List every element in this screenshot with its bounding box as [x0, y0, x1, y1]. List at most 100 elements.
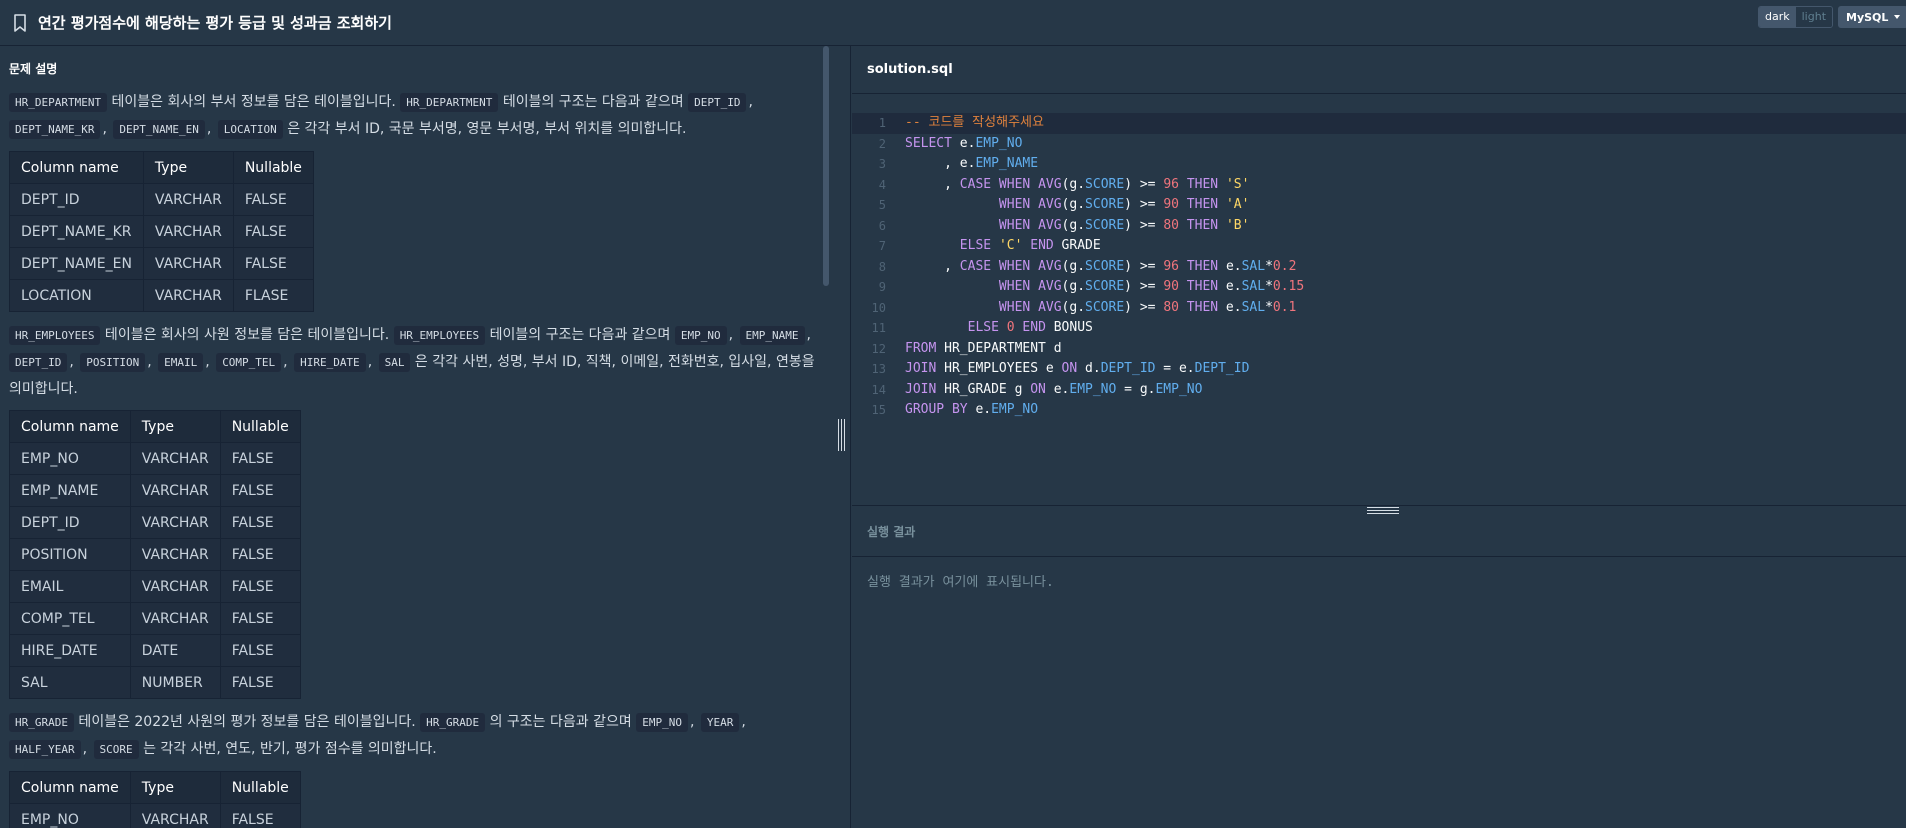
code-token: EMP_NAME [975, 156, 1039, 171]
code-token: (g. [1061, 217, 1086, 233]
code-token: (g. [1061, 176, 1086, 192]
theme-toggle[interactable]: dark light [1758, 6, 1834, 28]
code-token: THEN [1186, 299, 1219, 315]
column-header: Type [142, 151, 234, 184]
code-token: WHEN [998, 299, 1031, 315]
code-token: -- 코드를 작성해주세요 [905, 115, 1044, 130]
editor-tab[interactable]: solution.sql [852, 46, 1906, 94]
code-token: HR_EMPLOYEES e [936, 361, 1062, 376]
panel-resize-handle[interactable] [838, 419, 846, 451]
code-line: 13 JOIN HR_EMPLOYEES e ON d.DEPT_ID = e.D… [852, 359, 1906, 380]
code-token: 80 [1163, 217, 1179, 233]
code-token: AVG [1038, 279, 1062, 294]
result-placeholder: 실행 결과가 여기에 표시됩니다. [867, 575, 1054, 590]
code-token: WHEN [998, 197, 1031, 212]
code-token: 80 [1163, 299, 1179, 315]
code-line: 9 WHEN AVG(g.SCORE) >= 90 THEN e.SAL*0.1… [852, 277, 1906, 298]
table-cell: FALSE [219, 666, 301, 699]
code-token: (g. [1061, 258, 1086, 274]
table-cell: FALSE [219, 442, 301, 475]
table-cell: FALSE [219, 474, 301, 507]
inline-code: HR_DEPARTMENT [400, 93, 499, 112]
code-text: WHEN AVG(g.SCORE) >= 80 THEN 'B' [905, 216, 1250, 237]
code-text: ELSE 'C' END GRADE [905, 236, 1101, 257]
code-token: FROM [905, 340, 937, 356]
code-token: CASE WHEN [959, 258, 1031, 274]
code-text: , CASE WHEN AVG(g.SCORE) >= 96 THEN 'S' [905, 175, 1249, 196]
bookmark-icon[interactable] [12, 13, 28, 33]
code-token: AVG [1038, 197, 1062, 212]
inline-code: HR_EMPLOYEES [393, 326, 486, 345]
code-token: EMP_NO [975, 135, 1023, 151]
hr-grade-table: Column name Type Nullable EMP_NO VARCHAR FALS… [9, 771, 301, 828]
inline-code: HR_EMPLOYEES [9, 326, 101, 345]
code-token: e. [951, 135, 976, 151]
code-text: WHEN AVG(g.SCORE) >= 80 THEN e.SAL*0.1 [905, 298, 1296, 319]
theme-dark-option[interactable]: dark [1759, 7, 1796, 27]
line-number: 6 [878, 218, 886, 233]
code-token: THEN [1186, 258, 1219, 274]
table-cell: FALSE [232, 215, 314, 248]
table-row: DEPT_NAME_EN VARCHAR FALSE [9, 247, 314, 280]
db-language-select[interactable]: MySQL [1838, 6, 1906, 28]
inline-code: EMAIL [158, 353, 204, 372]
line-number: 10 [871, 300, 886, 315]
code-line: 4 , CASE WHEN AVG(g.SCORE) >= 96 THEN 'S… [852, 175, 1906, 196]
table-cell: FALSE [219, 538, 301, 571]
code-token: BONUS [1045, 320, 1093, 335]
table-row: DEPT_ID VARCHAR FALSE [9, 506, 301, 539]
code-token: ) >= [1124, 197, 1164, 212]
table-row: DEPT_NAME_KR VARCHAR FALSE [9, 215, 314, 248]
table-cell: FALSE [219, 570, 301, 603]
code-token: ON [1030, 381, 1046, 397]
problem-panel: 문제 설명 HR_DEPARTMENT 테이블은 회사의 부서 정보를 담은 테… [0, 46, 851, 828]
inline-code: EMP_NO [674, 326, 727, 345]
code-token: 0.15 [1272, 279, 1305, 294]
code-token: 0.2 [1272, 258, 1297, 274]
inline-code: DEPT_ID [9, 353, 68, 372]
editor-tab-label: solution.sql [867, 62, 953, 77]
code-line: 10 WHEN AVG(g.SCORE) >= 80 THEN e.SAL*0.… [852, 298, 1906, 319]
code-token: , [905, 258, 960, 274]
hr-department-table: Column name Type Nullable DEPT_ID VARCHAR FAL… [9, 151, 314, 312]
code-token: GROUP BY [905, 402, 968, 417]
code-line: 14 JOIN HR_GRADE g ON e.EMP_NO = g.EMP_NO [852, 380, 1906, 401]
table-cell: FALSE [219, 803, 301, 828]
line-number: 15 [871, 403, 886, 417]
code-text: FROM HR_DEPARTMENT d [905, 339, 1062, 360]
line-number: 2 [878, 136, 886, 151]
code-token: 90 [1163, 279, 1179, 294]
code-token: SCORE [1085, 299, 1125, 315]
table-row: EMP_NO VARCHAR FALSE [9, 442, 301, 475]
code-token: 0.1 [1272, 299, 1297, 315]
code-editor[interactable]: 1 -- 코드를 작성해주세요 2 SELECT e.EMP_NO 3 , e.EMP_… [852, 95, 1906, 505]
code-token: e. [967, 402, 992, 417]
column-header: Nullable [219, 771, 301, 804]
code-token: 'B' [1225, 217, 1250, 233]
theme-light-option[interactable]: light [1795, 7, 1833, 27]
code-token: SCORE [1085, 258, 1125, 274]
problem-scrollbar[interactable] [823, 46, 829, 286]
code-token: ELSE [959, 238, 992, 253]
table-cell: FALSE [232, 183, 314, 216]
result-resize-handle[interactable] [1367, 507, 1399, 515]
line-number: 9 [878, 280, 886, 294]
code-token: ) >= [1124, 279, 1164, 294]
code-token: ) >= [1124, 217, 1164, 233]
code-token: ON [1061, 361, 1078, 376]
inline-code: SAL [378, 353, 411, 372]
line-number: 11 [871, 321, 886, 335]
code-line: 2 SELECT e.EMP_NO [852, 134, 1906, 155]
code-line: 3 , e.EMP_NAME [852, 154, 1906, 175]
code-token: e. [1045, 381, 1070, 397]
table-row: EMAIL VARCHAR FALSE [9, 570, 301, 603]
